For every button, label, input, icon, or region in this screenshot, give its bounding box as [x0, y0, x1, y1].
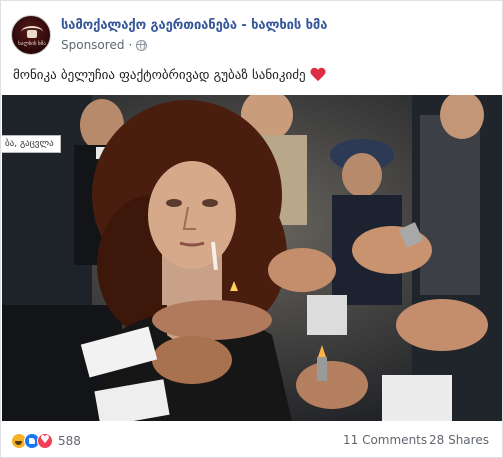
post-header: ხალხის ხმა სამოქალაქო გაერთიანება - ხალხ… [11, 15, 491, 59]
post-message: მონიკა ბელუჩია ფაქტობრივად გუბაზ სანიკიძ… [13, 67, 306, 83]
meta-separator: · [128, 38, 133, 52]
avatar-logo-block [27, 30, 37, 38]
sponsored-post-card: ხალხის ხმა სამოქალაქო გაერთიანება - ხალხ… [0, 0, 503, 458]
page-name-link[interactable]: სამოქალაქო გაერთიანება - ხალხის ხმა [61, 18, 327, 33]
image-side-label: ბა, გაცვლა [2, 135, 61, 153]
sponsored-label[interactable]: Sponsored [61, 38, 124, 52]
post-meta: Sponsored · [61, 38, 148, 52]
page-avatar[interactable]: ხალხის ხმა [11, 15, 51, 55]
post-text: მონიკა ბელუჩია ფაქტობრივად გუბაზ სანიკიძ… [13, 67, 326, 83]
shares-count-link[interactable]: 28 Shares [429, 433, 489, 447]
reaction-count[interactable]: 588 [58, 434, 81, 448]
post-image[interactable]: ბა, გაცვლა [2, 95, 502, 421]
post-image-illustration [2, 95, 502, 421]
comments-count-link[interactable]: 11 Comments [343, 433, 427, 447]
love-icon [37, 433, 53, 449]
avatar-logo-text: ხალხის ხმა [18, 41, 46, 47]
globe-icon[interactable] [136, 39, 148, 51]
red-heart-emoji-icon [310, 67, 326, 83]
post-footer: 588 11 Comments 28 Shares [11, 431, 491, 453]
reactions-summary[interactable]: 588 [11, 433, 81, 449]
